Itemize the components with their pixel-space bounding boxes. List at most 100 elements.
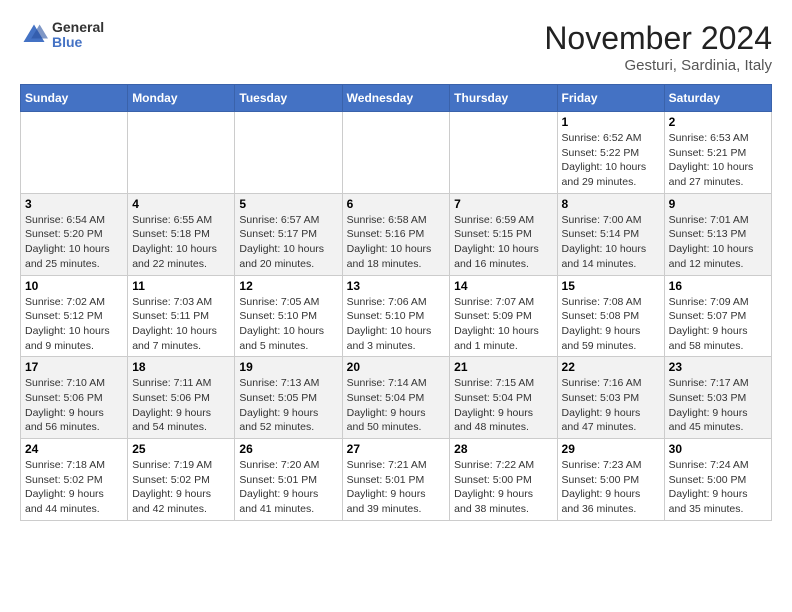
weekday-header: Tuesday bbox=[235, 85, 342, 112]
location: Gesturi, Sardinia, Italy bbox=[544, 57, 772, 74]
day-info: Sunrise: 7:24 AMSunset: 5:00 PMDaylight:… bbox=[669, 458, 767, 517]
day-info: Sunrise: 7:08 AMSunset: 5:08 PMDaylight:… bbox=[562, 295, 660, 354]
day-number: 4 bbox=[132, 197, 230, 211]
calendar-cell: 21 Sunrise: 7:15 AMSunset: 5:04 PMDayligh… bbox=[450, 357, 557, 439]
day-number: 16 bbox=[669, 279, 767, 293]
day-number: 10 bbox=[25, 279, 123, 293]
calendar-cell: 26Sunrise: 7:20 AMSunset: 5:01 PMDayligh… bbox=[235, 439, 342, 521]
day-number: 1 bbox=[562, 115, 660, 129]
day-number: 28 bbox=[454, 442, 552, 456]
calendar-cell: 11Sunrise: 7:03 AMSunset: 5:11 PMDayligh… bbox=[128, 275, 235, 357]
calendar-cell bbox=[342, 112, 450, 194]
calendar-cell: 27 Sunrise: 7:21 AMSunset: 5:01 PMDayligh… bbox=[342, 439, 450, 521]
calendar-cell: 13 Sunrise: 7:06 AMSunset: 5:10 PMDayligh… bbox=[342, 275, 450, 357]
day-number: 12 bbox=[239, 279, 337, 293]
weekday-header: Sunday bbox=[21, 85, 128, 112]
day-number: 25 bbox=[132, 442, 230, 456]
day-info: Sunrise: 7:06 AMSunset: 5:10 PMDaylight:… bbox=[347, 295, 446, 354]
day-number: 18 bbox=[132, 360, 230, 374]
day-info: Sunrise: 7:20 AMSunset: 5:01 PMDaylight:… bbox=[239, 458, 337, 517]
calendar-cell: 25 Sunrise: 7:19 AMSunset: 5:02 PMDayligh… bbox=[128, 439, 235, 521]
calendar-cell bbox=[21, 112, 128, 194]
day-info: Sunrise: 6:54 AMSunset: 5:20 PMDaylight:… bbox=[25, 213, 123, 272]
day-number: 5 bbox=[239, 197, 337, 211]
logo-general: General bbox=[52, 20, 104, 35]
calendar-cell: 6Sunrise: 6:58 AMSunset: 5:16 PMDaylight… bbox=[342, 193, 450, 275]
day-info: Sunrise: 7:18 AMSunset: 5:02 PMDaylight:… bbox=[25, 458, 123, 517]
day-info: Sunrise: 7:05 AMSunset: 5:10 PMDaylight:… bbox=[239, 295, 337, 354]
calendar-cell: 3 Sunrise: 6:54 AMSunset: 5:20 PMDaylight… bbox=[21, 193, 128, 275]
calendar-cell: 15 Sunrise: 7:08 AMSunset: 5:08 PMDayligh… bbox=[557, 275, 664, 357]
calendar-cell: 14Sunrise: 7:07 AMSunset: 5:09 PMDayligh… bbox=[450, 275, 557, 357]
calendar-cell: 5Sunrise: 6:57 AMSunset: 5:17 PMDaylight… bbox=[235, 193, 342, 275]
calendar-cell: 8 Sunrise: 7:00 AMSunset: 5:14 PMDaylight… bbox=[557, 193, 664, 275]
weekday-header-row: SundayMondayTuesdayWednesdayThursdayFrid… bbox=[21, 85, 772, 112]
calendar-cell: 20 Sunrise: 7:14 AMSunset: 5:04 PMDayligh… bbox=[342, 357, 450, 439]
logo-icon bbox=[20, 21, 48, 49]
calendar-cell bbox=[450, 112, 557, 194]
calendar-cell: 19 Sunrise: 7:13 AMSunset: 5:05 PMDayligh… bbox=[235, 357, 342, 439]
calendar-cell: 10 Sunrise: 7:02 AMSunset: 5:12 PMDayligh… bbox=[21, 275, 128, 357]
calendar-cell: 23Sunrise: 7:17 AMSunset: 5:03 PMDayligh… bbox=[664, 357, 771, 439]
calendar-cell: 9Sunrise: 7:01 AMSunset: 5:13 PMDaylight… bbox=[664, 193, 771, 275]
day-info: Sunrise: 7:02 AMSunset: 5:12 PMDaylight:… bbox=[25, 295, 123, 354]
day-info: Sunrise: 7:01 AMSunset: 5:13 PMDaylight:… bbox=[669, 213, 767, 272]
day-info: Sunrise: 6:53 AMSunset: 5:21 PMDaylight:… bbox=[669, 131, 767, 190]
day-number: 21 bbox=[454, 360, 552, 374]
day-info: Sunrise: 7:15 AMSunset: 5:04 PMDaylight:… bbox=[454, 376, 552, 435]
day-number: 8 bbox=[562, 197, 660, 211]
day-number: 7 bbox=[454, 197, 552, 211]
day-number: 19 bbox=[239, 360, 337, 374]
calendar-week-row: 3 Sunrise: 6:54 AMSunset: 5:20 PMDaylight… bbox=[21, 193, 772, 275]
day-number: 20 bbox=[347, 360, 446, 374]
calendar-cell: 29Sunrise: 7:23 AMSunset: 5:00 PMDayligh… bbox=[557, 439, 664, 521]
day-info: Sunrise: 7:13 AMSunset: 5:05 PMDaylight:… bbox=[239, 376, 337, 435]
calendar-cell: 7 Sunrise: 6:59 AMSunset: 5:15 PMDaylight… bbox=[450, 193, 557, 275]
day-number: 6 bbox=[347, 197, 446, 211]
day-info: Sunrise: 7:16 AMSunset: 5:03 PMDaylight:… bbox=[562, 376, 660, 435]
calendar-cell: 17 Sunrise: 7:10 AMSunset: 5:06 PMDayligh… bbox=[21, 357, 128, 439]
day-number: 13 bbox=[347, 279, 446, 293]
calendar-cell bbox=[128, 112, 235, 194]
day-info: Sunrise: 7:21 AMSunset: 5:01 PMDaylight:… bbox=[347, 458, 446, 517]
day-info: Sunrise: 7:14 AMSunset: 5:04 PMDaylight:… bbox=[347, 376, 446, 435]
day-info: Sunrise: 7:22 AMSunset: 5:00 PMDaylight:… bbox=[454, 458, 552, 517]
day-number: 24 bbox=[25, 442, 123, 456]
day-info: Sunrise: 7:00 AMSunset: 5:14 PMDaylight:… bbox=[562, 213, 660, 272]
weekday-header: Friday bbox=[557, 85, 664, 112]
day-info: Sunrise: 6:59 AMSunset: 5:15 PMDaylight:… bbox=[454, 213, 552, 272]
day-info: Sunrise: 6:55 AMSunset: 5:18 PMDaylight:… bbox=[132, 213, 230, 272]
day-number: 15 bbox=[562, 279, 660, 293]
calendar-week-row: 24 Sunrise: 7:18 AMSunset: 5:02 PMDayligh… bbox=[21, 439, 772, 521]
page-header: General Blue November 2024 Gesturi, Sard… bbox=[20, 20, 772, 74]
day-number: 11 bbox=[132, 279, 230, 293]
calendar-cell: 12 Sunrise: 7:05 AMSunset: 5:10 PMDayligh… bbox=[235, 275, 342, 357]
day-info: Sunrise: 6:52 AMSunset: 5:22 PMDaylight:… bbox=[562, 131, 660, 190]
weekday-header: Saturday bbox=[664, 85, 771, 112]
day-number: 17 bbox=[25, 360, 123, 374]
calendar-cell: 18 Sunrise: 7:11 AMSunset: 5:06 PMDayligh… bbox=[128, 357, 235, 439]
day-info: Sunrise: 7:17 AMSunset: 5:03 PMDaylight:… bbox=[669, 376, 767, 435]
day-number: 27 bbox=[347, 442, 446, 456]
calendar-cell: 4 Sunrise: 6:55 AMSunset: 5:18 PMDaylight… bbox=[128, 193, 235, 275]
day-info: Sunrise: 7:10 AMSunset: 5:06 PMDaylight:… bbox=[25, 376, 123, 435]
day-info: Sunrise: 7:11 AMSunset: 5:06 PMDaylight:… bbox=[132, 376, 230, 435]
day-info: Sunrise: 7:07 AMSunset: 5:09 PMDaylight:… bbox=[454, 295, 552, 354]
day-number: 3 bbox=[25, 197, 123, 211]
day-info: Sunrise: 7:19 AMSunset: 5:02 PMDaylight:… bbox=[132, 458, 230, 517]
calendar-cell: 16 Sunrise: 7:09 AMSunset: 5:07 PMDayligh… bbox=[664, 275, 771, 357]
calendar-week-row: 10 Sunrise: 7:02 AMSunset: 5:12 PMDayligh… bbox=[21, 275, 772, 357]
day-info: Sunrise: 7:09 AMSunset: 5:07 PMDaylight:… bbox=[669, 295, 767, 354]
logo: General Blue bbox=[20, 20, 104, 51]
title-block: November 2024 Gesturi, Sardinia, Italy bbox=[544, 20, 772, 74]
logo-blue: Blue bbox=[52, 35, 104, 50]
calendar-cell: 30Sunrise: 7:24 AMSunset: 5:00 PMDayligh… bbox=[664, 439, 771, 521]
day-number: 2 bbox=[669, 115, 767, 129]
calendar-cell: 24 Sunrise: 7:18 AMSunset: 5:02 PMDayligh… bbox=[21, 439, 128, 521]
day-number: 22 bbox=[562, 360, 660, 374]
calendar-cell: 2 Sunrise: 6:53 AMSunset: 5:21 PMDaylight… bbox=[664, 112, 771, 194]
day-info: Sunrise: 7:23 AMSunset: 5:00 PMDaylight:… bbox=[562, 458, 660, 517]
calendar-cell: 28 Sunrise: 7:22 AMSunset: 5:00 PMDayligh… bbox=[450, 439, 557, 521]
weekday-header: Thursday bbox=[450, 85, 557, 112]
calendar-cell: 22 Sunrise: 7:16 AMSunset: 5:03 PMDayligh… bbox=[557, 357, 664, 439]
